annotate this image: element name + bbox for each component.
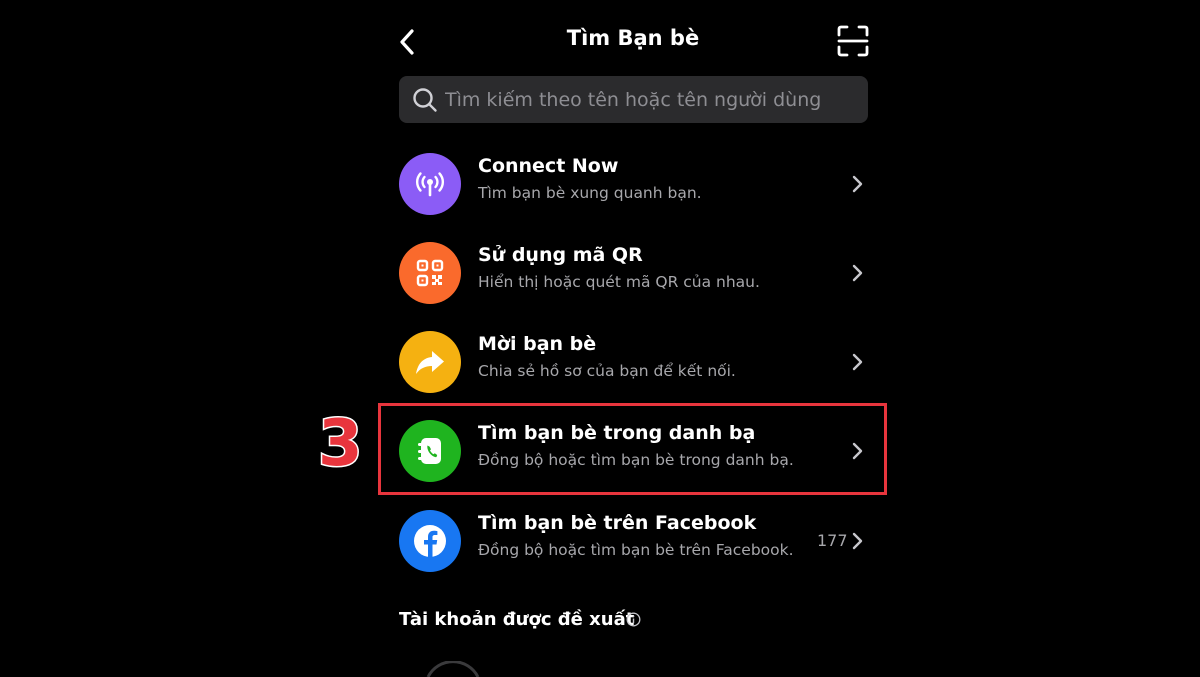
search-icon (413, 88, 437, 112)
qr-code-row[interactable]: Sử dụng mã QR Hiển thị hoặc quét mã QR c… (399, 236, 869, 308)
row-subtitle: Đồng bộ hoặc tìm bạn bè trên Facebook. (478, 541, 794, 559)
row-title: Mời bạn bè (478, 333, 597, 355)
search-input[interactable] (445, 76, 855, 123)
connect-now-row[interactable]: Connect Now Tìm bạn bè xung quanh bạn. (399, 147, 869, 219)
chevron-right-icon (852, 264, 863, 282)
step-number: 3 (317, 407, 365, 481)
row-title: Connect Now (478, 155, 619, 177)
qr-code-icon (399, 242, 461, 304)
search-bar[interactable] (399, 76, 868, 123)
facebook-row[interactable]: Tìm bạn bè trên Facebook Đồng bộ hoặc tì… (399, 504, 869, 576)
facebook-friend-count: 177 (817, 531, 848, 550)
row-subtitle: Hiển thị hoặc quét mã QR của nhau. (478, 273, 760, 291)
row-subtitle: Tìm bạn bè xung quanh bạn. (478, 184, 702, 202)
highlight-box (378, 403, 887, 495)
row-title: Sử dụng mã QR (478, 244, 643, 266)
suggested-accounts-heading: Tài khoản được đề xuất (399, 609, 635, 630)
info-icon[interactable] (626, 612, 641, 627)
page-title: Tìm Bạn bè (566, 26, 700, 50)
chevron-right-icon (852, 532, 863, 550)
chevron-right-icon (852, 353, 863, 371)
back-chevron-icon[interactable] (392, 24, 422, 60)
share-arrow-icon (399, 331, 461, 393)
facebook-icon (399, 510, 461, 572)
broadcast-icon (399, 153, 461, 215)
invite-friends-row[interactable]: Mời bạn bè Chia sẻ hồ sơ của bạn để kết … (399, 325, 869, 397)
row-subtitle: Chia sẻ hồ sơ của bạn để kết nối. (478, 362, 736, 380)
scan-icon[interactable] (836, 24, 870, 58)
chevron-right-icon (852, 175, 863, 193)
row-title: Tìm bạn bè trên Facebook (478, 512, 757, 534)
